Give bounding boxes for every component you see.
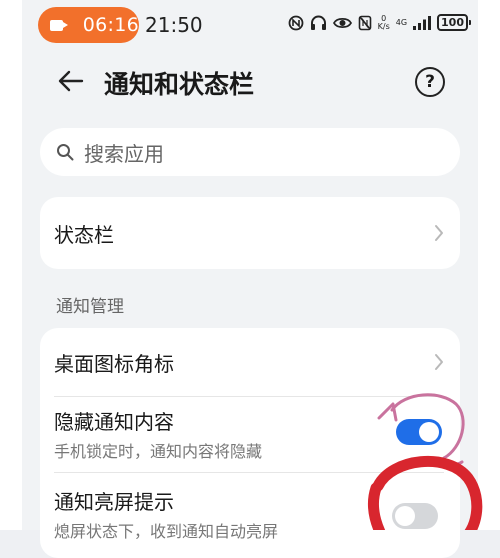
video-camera-icon (50, 19, 68, 31)
list-item-wake-screen[interactable]: 通知亮屏提示 熄屏状态下，收到通知自动亮屏 (40, 472, 460, 558)
status-bar-card: 状态栏 (40, 197, 460, 269)
search-bar[interactable]: 搜索应用 (40, 128, 460, 176)
speed-unit: K/s (377, 21, 390, 31)
right-margin (478, 0, 500, 530)
mute-vibrate-icon (358, 15, 371, 30)
screen-recording-pill[interactable]: 06:16 (38, 7, 139, 43)
search-icon (57, 144, 74, 161)
wake-screen-toggle[interactable] (392, 503, 438, 529)
list-item-badge[interactable]: 桌面图标角标 (40, 328, 460, 396)
left-margin (0, 0, 22, 530)
toggle-knob (419, 422, 439, 442)
battery-level: 100 (437, 14, 471, 31)
network-type: 4G (395, 18, 408, 27)
wake-screen-label: 通知亮屏提示 (54, 490, 174, 514)
status-bar-label: 状态栏 (54, 223, 114, 247)
hide-content-toggle[interactable] (396, 419, 442, 445)
status-icons: 0 K/s 4G 100 (288, 14, 471, 31)
wake-screen-description: 熄屏状态下，收到通知自动亮屏 (54, 522, 279, 541)
badge-label: 桌面图标角标 (54, 352, 174, 376)
clock: 21:50 (145, 13, 203, 37)
headphones-icon (310, 15, 326, 30)
list-item-hide-content[interactable]: 隐藏通知内容 手机锁定时，通知内容将隐藏 (40, 396, 460, 472)
chevron-right-icon (435, 354, 443, 370)
hide-content-label: 隐藏通知内容 (54, 410, 174, 434)
phone-screen: 06:16 21:50 0 K/s 4G 100 通知和状态栏 ? 搜索应用 状… (22, 0, 478, 558)
help-icon[interactable]: ? (415, 67, 445, 97)
hide-content-description: 手机锁定时，通知内容将隐藏 (54, 442, 263, 461)
search-placeholder: 搜索应用 (84, 141, 164, 166)
nfc-icon (288, 15, 304, 30)
status-bar: 06:16 21:50 0 K/s 4G 100 (22, 4, 478, 44)
back-arrow-icon[interactable] (56, 66, 86, 96)
notification-card: 桌面图标角标 隐藏通知内容 手机锁定时，通知内容将隐藏 通知亮屏提示 熄屏状态下… (40, 328, 460, 558)
recording-time: 06:16 (82, 14, 139, 36)
section-header: 通知管理 (56, 297, 124, 317)
status-bar-row[interactable]: 状态栏 (40, 197, 460, 269)
page-title: 通知和状态栏 (104, 70, 255, 99)
toggle-knob (395, 506, 415, 526)
eye-icon (332, 17, 352, 28)
signal-icon (413, 15, 432, 30)
network-speed: 0 K/s (377, 14, 390, 31)
chevron-right-icon (435, 225, 443, 241)
